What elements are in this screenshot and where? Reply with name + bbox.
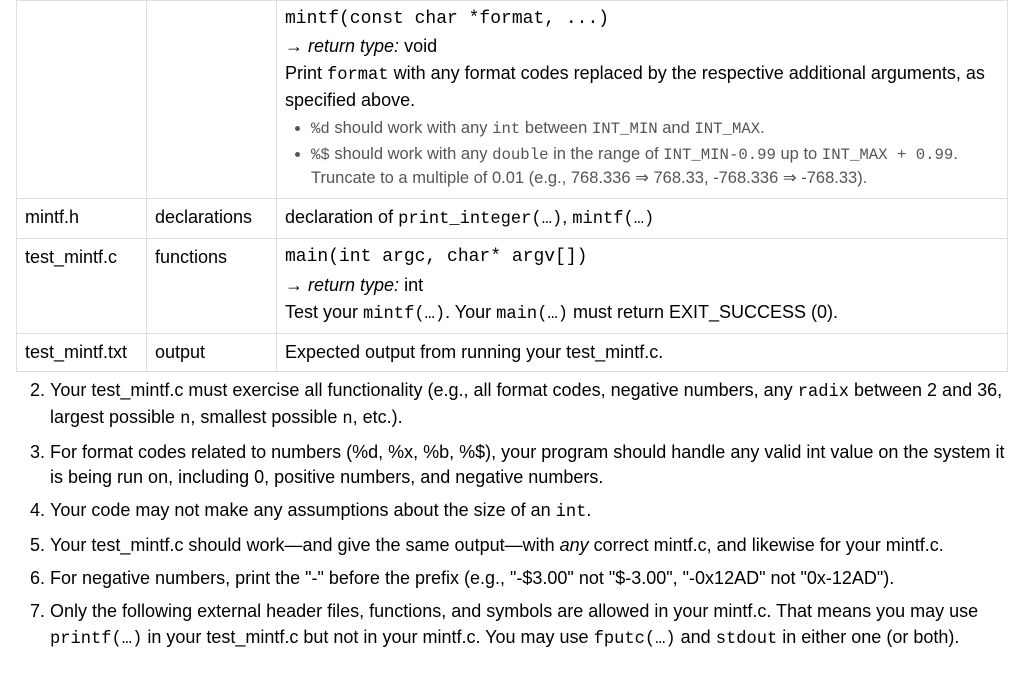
- list-item: Only the following external header files…: [50, 599, 1008, 651]
- arrow-icon: →: [285, 275, 303, 295]
- sub-bullets: %d should work with any int between INT_…: [285, 117, 999, 190]
- table-row: mintf(const char *format, ...) → return …: [17, 1, 1008, 199]
- list-item: Your test_mintf.c must exercise all func…: [50, 378, 1008, 432]
- spec-table: mintf(const char *format, ...) → return …: [16, 0, 1008, 372]
- cell-kind: declarations: [147, 199, 277, 239]
- cell-kind: functions: [147, 239, 277, 333]
- cell-file: test_mintf.c: [17, 239, 147, 333]
- cell-desc: Expected output from running your test_m…: [277, 333, 1008, 371]
- return-type-value: int: [399, 275, 423, 295]
- table-row: mintf.h declarations declaration of prin…: [17, 199, 1008, 239]
- cell-file: [17, 1, 147, 199]
- arrow-icon: →: [285, 36, 303, 56]
- cell-desc: main(int argc, char* argv[]) → return ty…: [277, 239, 1008, 333]
- cell-file: mintf.h: [17, 199, 147, 239]
- list-item: For negative numbers, print the "-" befo…: [50, 566, 1008, 591]
- return-type-value: void: [399, 36, 437, 56]
- list-item: %d should work with any int between INT_…: [311, 117, 999, 141]
- cell-desc: mintf(const char *format, ...) → return …: [277, 1, 1008, 199]
- table-row: test_mintf.c functions main(int argc, ch…: [17, 239, 1008, 333]
- list-item: Your code may not make any assumptions a…: [50, 498, 1008, 525]
- table-row: test_mintf.txt output Expected output fr…: [17, 333, 1008, 371]
- return-type-label: return type:: [308, 275, 399, 295]
- rules-list: Your test_mintf.c must exercise all func…: [16, 378, 1008, 652]
- cell-desc: declaration of print_integer(…), mintf(……: [277, 199, 1008, 239]
- desc-text: Test your mintf(…). Your main(…) must re…: [285, 300, 999, 327]
- cell-file: test_mintf.txt: [17, 333, 147, 371]
- list-item: %$ should work with any double in the ra…: [311, 143, 999, 190]
- list-item: For format codes related to numbers (%d,…: [50, 440, 1008, 490]
- cell-kind: output: [147, 333, 277, 371]
- return-type-label: return type:: [308, 36, 399, 56]
- list-item: Your test_mintf.c should work—and give t…: [50, 533, 1008, 558]
- cell-kind: [147, 1, 277, 199]
- return-type-line: → return type: void: [285, 34, 999, 59]
- signature: main(int argc, char* argv[]): [285, 245, 999, 270]
- signature: mintf(const char *format, ...): [285, 7, 999, 32]
- return-type-line: → return type: int: [285, 273, 999, 298]
- desc-text: Print format with any format codes repla…: [285, 61, 999, 113]
